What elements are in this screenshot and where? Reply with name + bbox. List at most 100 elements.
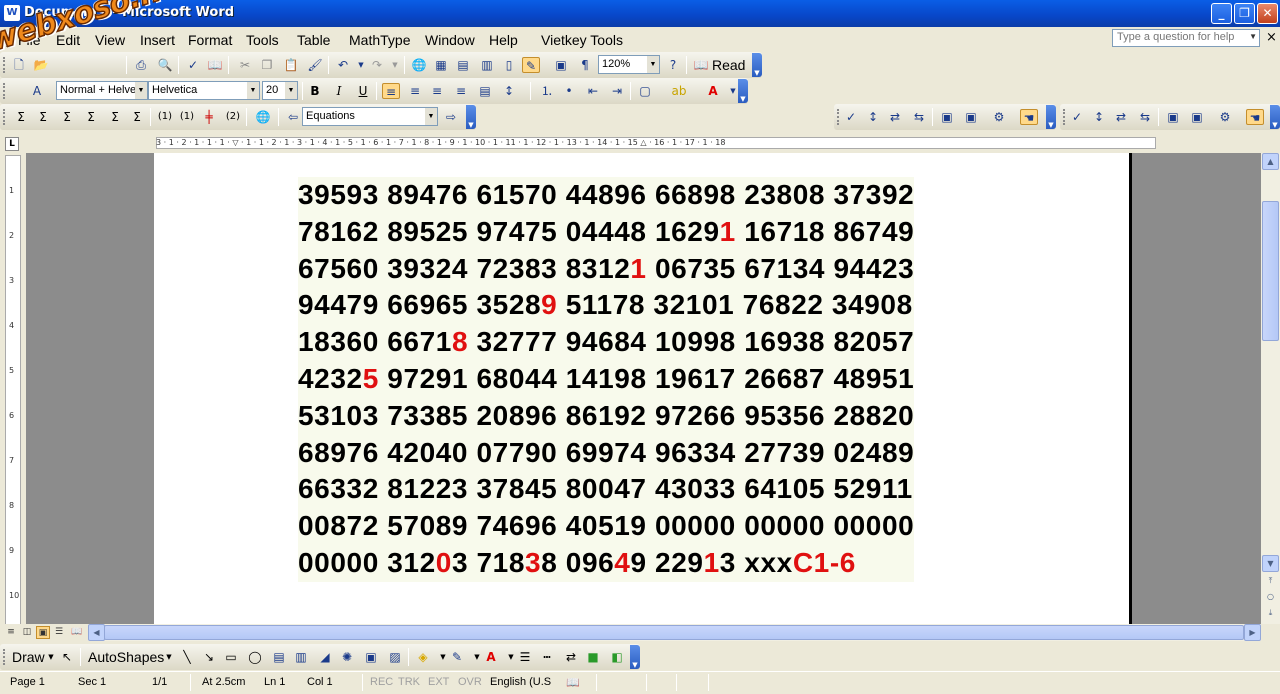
outline-view-icon[interactable]: ☰ [52, 626, 66, 639]
scroll-left-icon[interactable]: ◀ [88, 624, 105, 641]
chevron-down-icon[interactable]: ▼ [647, 56, 659, 73]
hand-icon[interactable]: ☚ [1246, 109, 1264, 125]
normal-view-icon[interactable]: ≡ [4, 626, 18, 639]
menu-table[interactable]: Table [297, 32, 330, 48]
vertical-text-box-icon[interactable]: ▥ [292, 649, 310, 665]
arrow-left-icon[interactable]: ⇦ [284, 109, 302, 125]
distributed-icon[interactable]: ▤ [476, 83, 494, 99]
shadow-style-icon[interactable]: ■ [584, 649, 602, 665]
columns-icon[interactable]: ▯ [500, 57, 518, 73]
horizontal-scroll-thumb[interactable] [104, 625, 1244, 640]
align-left-icon[interactable]: ≡ [382, 83, 400, 99]
sort-az-icon[interactable]: ↕ [864, 109, 882, 125]
number-row[interactable]: 42325 97291 68044 14198 19617 26687 4895… [298, 361, 914, 398]
decrease-indent-icon[interactable]: ⇤ [584, 83, 602, 99]
cut-icon[interactable]: ✂ [236, 57, 254, 73]
sum-icon[interactable]: Σ [12, 109, 30, 125]
number-row[interactable]: 53103 73385 20896 86192 97266 95356 2882… [298, 398, 914, 435]
chevron-down-icon[interactable]: ▼ [386, 57, 404, 73]
bold-button[interactable]: B [306, 83, 324, 99]
rectangle-icon[interactable]: ▭ [222, 649, 240, 665]
line-icon[interactable]: ╲ [178, 649, 196, 665]
border-icon[interactable]: ▢ [636, 83, 654, 99]
align-center-icon[interactable]: ≡ [406, 83, 424, 99]
line-color-icon[interactable]: ✎ [448, 649, 466, 665]
sum-number-icon[interactable]: Σ [82, 109, 100, 125]
horizontal-scrollbar[interactable]: ◀ ▶ [88, 624, 1261, 641]
horizontal-ruler[interactable]: 3 · 1 · 2 · 1 · 1 · 1 · ▽ · 1 · 1 · 2 · … [26, 135, 1262, 152]
tab-selector[interactable]: L [5, 137, 19, 151]
status-ext[interactable]: EXT [428, 676, 449, 688]
macro-run-icon[interactable]: ▣ [962, 109, 980, 125]
chevron-down-icon[interactable]: ▼ [135, 82, 147, 99]
3d-style-icon[interactable]: ◧ [608, 649, 626, 665]
redo-icon[interactable]: ↷ [368, 57, 386, 73]
align-right-icon[interactable]: ≡ [428, 83, 446, 99]
arrow-icon[interactable]: ↘ [200, 649, 218, 665]
status-trk[interactable]: TRK [398, 676, 420, 688]
show-hide-icon[interactable]: ¶ [576, 57, 594, 73]
toolbar-grip[interactable] [837, 109, 840, 125]
spell-check-icon[interactable]: ✓ [1068, 109, 1086, 125]
hyperlink-icon[interactable]: 🌐 [410, 57, 428, 73]
tools-icon[interactable]: ⚙ [1216, 109, 1234, 125]
replace-icon[interactable]: ⇄ [886, 109, 904, 125]
spelling-icon[interactable]: ✓ [184, 57, 202, 73]
font-color-icon[interactable]: A [482, 649, 500, 665]
insert-table-icon[interactable]: ▤ [454, 57, 472, 73]
update-numbers-icon[interactable]: (2) [224, 109, 242, 125]
chevron-down-icon[interactable]: ▼ [160, 649, 178, 665]
bullets-icon[interactable]: • [560, 83, 578, 99]
wordart-icon[interactable]: ◢ [316, 649, 334, 665]
tables-borders-icon[interactable]: ▦ [432, 57, 450, 73]
reading-layout-icon[interactable]: 📖 [70, 626, 84, 639]
format-painter-icon[interactable]: 🖌 [306, 57, 324, 73]
insert-reference-icon[interactable]: (1) [178, 109, 196, 125]
equations-select[interactable]: Equations ▼ [302, 107, 438, 126]
macro-icon[interactable]: ▣ [938, 109, 956, 125]
print-icon[interactable]: ⎙ [132, 57, 150, 73]
previous-page-icon[interactable]: ⤒ [1262, 573, 1279, 590]
insert-number-icon[interactable]: (1) [156, 109, 174, 125]
sum-box-icon[interactable]: Σ [34, 109, 52, 125]
menu-format[interactable]: Format [188, 32, 232, 48]
select-browse-object-icon[interactable]: ○ [1262, 589, 1279, 606]
vertical-scrollbar[interactable]: ▲ ▼ ⤒ ○ ⤓ [1261, 153, 1280, 624]
status-rec[interactable]: REC [370, 676, 393, 688]
read-button[interactable]: Read [712, 57, 745, 73]
help-icon[interactable]: ? [664, 57, 682, 73]
zoom-select[interactable]: 120% ▼ [598, 55, 660, 74]
highlight-icon[interactable]: ab [670, 83, 688, 99]
scroll-up-icon[interactable]: ▲ [1262, 153, 1279, 170]
font-size-select[interactable]: 20 ▼ [262, 81, 298, 100]
tex-icon[interactable]: Σ [128, 109, 146, 125]
increase-indent-icon[interactable]: ⇥ [608, 83, 626, 99]
number-row[interactable]: 00872 57089 74696 40519 00000 00000 0000… [298, 508, 914, 545]
document-close-icon[interactable]: × [1266, 30, 1277, 45]
next-page-icon[interactable]: ⤓ [1262, 605, 1279, 622]
font-select[interactable]: Helvetica ▼ [148, 81, 260, 100]
clip-art-icon[interactable]: ▣ [362, 649, 380, 665]
number-row[interactable]: 18360 66718 32777 94684 10998 16938 8205… [298, 324, 914, 361]
minimize-button[interactable]: _ [1211, 3, 1232, 24]
web-layout-icon[interactable]: ◫ [20, 626, 34, 639]
number-table[interactable]: 39593 89476 61570 44896 66898 23808 3739… [298, 177, 915, 582]
line-style-icon[interactable]: ☰ [516, 649, 534, 665]
chevron-down-icon[interactable]: ▼ [247, 82, 259, 99]
spell-check-icon[interactable]: ✓ [842, 109, 860, 125]
number-row[interactable]: 78162 89525 97475 04448 16291 16718 8674… [298, 214, 914, 251]
toolbar-grip[interactable] [1063, 109, 1066, 125]
toolbar-options-chevron[interactable]: ▼ [630, 645, 640, 669]
justify-icon[interactable]: ≡ [452, 83, 470, 99]
status-language[interactable]: English (U.S [490, 676, 551, 688]
copy-icon[interactable]: ❐ [258, 57, 276, 73]
scroll-down-icon[interactable]: ▼ [1262, 555, 1279, 572]
vertical-scroll-thumb[interactable] [1262, 201, 1279, 341]
document-page[interactable]: 39593 89476 61570 44896 66898 23808 3739… [154, 153, 1132, 624]
number-row[interactable]: 67560 39324 72383 83121 06735 67134 9442… [298, 251, 914, 288]
scroll-right-icon[interactable]: ▶ [1244, 624, 1261, 641]
line-spacing-icon[interactable]: ↕ [500, 83, 518, 99]
font-color-icon[interactable]: A [704, 83, 722, 99]
numbering-icon[interactable]: ⒈ [538, 83, 556, 99]
hand-icon[interactable]: ☚ [1020, 109, 1038, 125]
